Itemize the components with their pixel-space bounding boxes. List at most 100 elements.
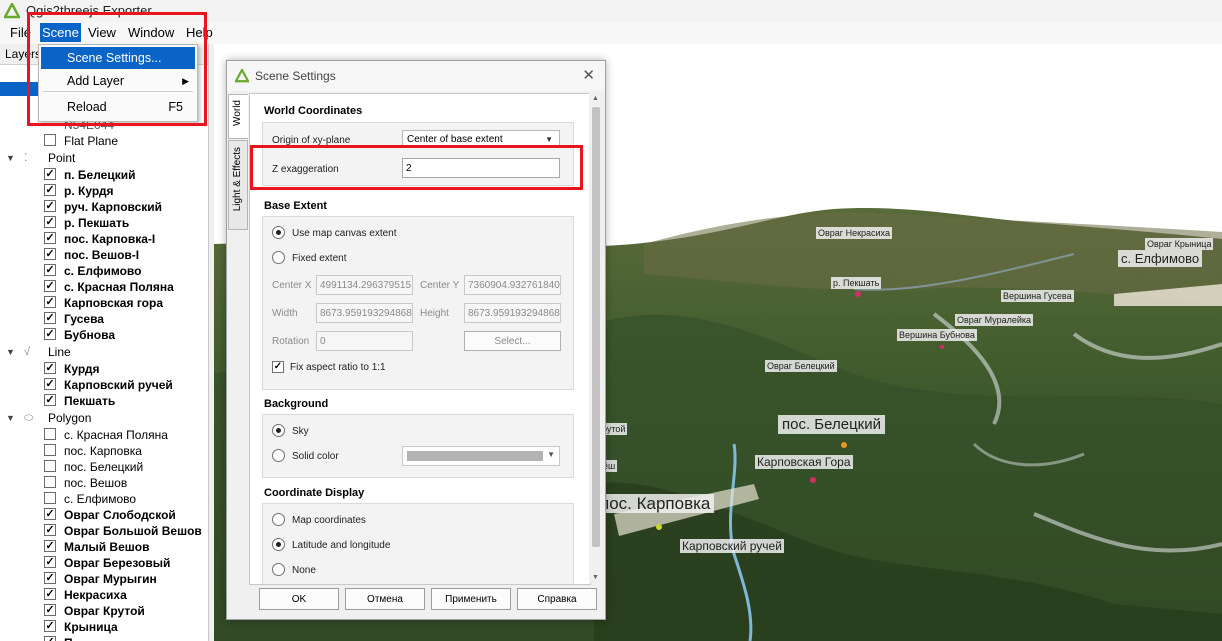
chevron-down-icon[interactable]: ▼ [6,150,15,166]
tab-world[interactable]: World [228,94,248,139]
dialog-scrollbar[interactable]: ▲ ▼ [589,93,602,583]
layer-label: Овраг Березовый [64,556,171,570]
radio-latitude-longitude[interactable] [272,538,285,551]
group-point[interactable]: ▼ ⁚ Point [6,150,206,166]
radio-use-map-extent[interactable] [272,226,285,239]
color-swatch [407,451,543,461]
layer-checkbox[interactable]: ✓ [44,394,56,406]
layer-checkbox[interactable]: ✓ [44,508,56,520]
ok-button[interactable]: OK [259,588,339,610]
height-label: Height [420,308,449,319]
layer-checkbox[interactable] [44,428,56,440]
chevron-down-icon[interactable]: ▼ [6,344,15,360]
layer-checkbox[interactable]: ✓ [44,264,56,276]
help-button[interactable]: Справка [517,588,597,610]
layer-checkbox[interactable] [44,492,56,504]
radio-label: Fixed extent [292,253,347,264]
center-x-input[interactable]: 4991134.296379515 [316,275,413,295]
map-pin [855,291,861,297]
select-extent-button[interactable]: Select... [464,331,561,351]
group-polygon[interactable]: ▼ ⬭ Polygon [6,410,206,426]
map-pin [656,524,662,530]
dialog-title-bar: Scene Settings ✕ [227,61,605,91]
apply-button[interactable]: Применить [431,588,511,610]
group-line[interactable]: ▼ √ Line [6,344,206,360]
map-label: Карповская Гора [755,455,853,469]
layer-checkbox[interactable] [44,476,56,488]
layer-checkbox[interactable]: ✓ [44,296,56,308]
layer-checkbox[interactable]: ✓ [44,216,56,228]
layer-checkbox[interactable] [44,134,56,146]
layer-label: Гусева [64,312,104,326]
tab-light-effects[interactable]: Light & Effects [228,140,248,230]
scene-settings-dialog: Scene Settings ✕ World Light & Effects W… [226,60,606,620]
tab-label: World [232,100,243,126]
qgis-logo-icon [235,69,249,83]
scroll-down-icon[interactable]: ▼ [592,574,599,581]
qgis-logo-icon [4,3,20,19]
radio-solid-color[interactable] [272,449,285,462]
layer-checkbox[interactable]: ✓ [44,556,56,568]
scroll-up-icon[interactable]: ▲ [592,95,599,102]
map-pin [810,477,816,483]
layer-checkbox[interactable]: ✓ [44,328,56,340]
layer-checkbox[interactable]: ✓ [44,362,56,374]
map-label: Овраг Крыница [1145,238,1214,250]
layer-checkbox[interactable]: ✓ [44,378,56,390]
checkbox-label: Fix aspect ratio to 1:1 [290,362,386,373]
cancel-button[interactable]: Отмена [345,588,425,610]
chevron-down-icon: ▼ [547,450,555,459]
layer-checkbox[interactable]: ✓ [44,524,56,536]
radio-map-coordinates[interactable] [272,513,285,526]
center-y-input[interactable]: 7360904.932761840 [464,275,561,295]
layer-checkbox[interactable]: ✓ [44,604,56,616]
layer-label: пос. Карповка [64,444,142,458]
radio-label: Solid color [292,451,339,462]
dialog-title: Scene Settings [255,69,336,83]
layer-checkbox[interactable] [44,460,56,472]
layer-checkbox[interactable]: ✓ [44,184,56,196]
origin-select-value: Center of base extent [407,134,503,145]
layer-label: Бубнова [64,328,116,342]
layer-checkbox[interactable]: ✓ [44,636,56,641]
layer-label: с. Елфимово [64,492,137,506]
radio-fixed-extent[interactable] [272,251,285,264]
layer-label: Карповская гора [64,296,163,310]
layer-checkbox[interactable]: ✓ [44,280,56,292]
layer-label: пос. Вешов [64,476,128,490]
group-label: Point [48,151,76,165]
radio-label: Latitude and longitude [292,540,391,551]
layer-checkbox[interactable] [44,444,56,456]
map-label: пос. Белецкий [778,415,885,434]
close-icon[interactable]: ✕ [582,66,595,84]
width-input[interactable]: 8673.959193294868 [316,303,413,323]
rotation-input[interactable]: 0 [316,331,413,351]
radio-none[interactable] [272,563,285,576]
layer-label: руч. Карповский [64,200,163,214]
layer-label: Овраг Крутой [64,604,145,618]
layer-checkbox[interactable]: ✓ [44,168,56,180]
height-input[interactable]: 8673.959193294868 [464,303,561,323]
layer-checkbox[interactable]: ✓ [44,200,56,212]
color-picker-button[interactable]: ▼ [402,446,560,466]
layer-label: Flat Plane [64,134,119,148]
layer-checkbox[interactable]: ✓ [44,572,56,584]
layer-checkbox[interactable]: ✓ [44,540,56,552]
center-y-label: Center Y [420,280,460,291]
fix-aspect-checkbox[interactable]: ✓ [272,361,284,373]
layer-checkbox[interactable]: ✓ [44,620,56,632]
layer-label: Карповский ручей [64,378,173,392]
layer-label: пос. Карповка-I [64,232,156,246]
highlight-box-scene-menu [27,12,207,126]
radio-sky[interactable] [272,424,285,437]
map-label: р. Пекшать [831,277,882,289]
group-label: Line [48,345,71,359]
layer-label: с. Красная Поляна [64,280,174,294]
layer-checkbox[interactable]: ✓ [44,588,56,600]
chevron-down-icon[interactable]: ▼ [6,410,15,426]
layer-checkbox[interactable]: ✓ [44,248,56,260]
layer-checkbox[interactable]: ✓ [44,312,56,324]
layer-checkbox[interactable]: ✓ [44,232,56,244]
section-title-world-coordinates: World Coordinates [264,105,363,117]
scrollbar-thumb[interactable] [592,107,600,547]
